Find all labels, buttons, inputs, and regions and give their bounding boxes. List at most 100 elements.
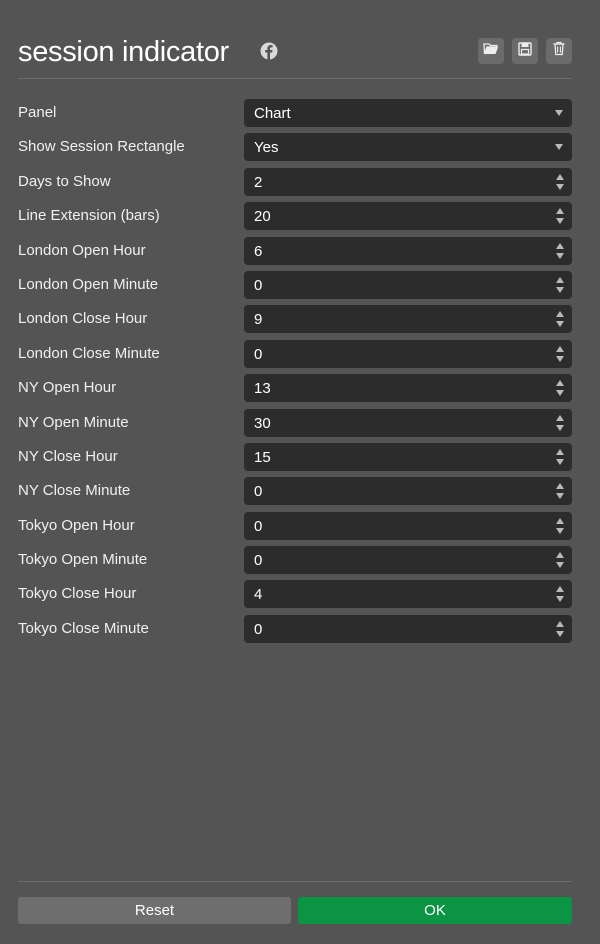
decrement-arrow-icon[interactable] xyxy=(556,183,564,190)
number-input-line-extension-bars[interactable]: 20 xyxy=(244,202,572,231)
spinner-arrows-icon[interactable] xyxy=(555,585,565,603)
increment-arrow-icon[interactable] xyxy=(556,414,564,421)
dropdown-arrow-icon[interactable] xyxy=(555,144,563,151)
increment-arrow-icon[interactable] xyxy=(556,448,564,455)
spinner-arrows-icon[interactable] xyxy=(555,310,565,328)
save-button[interactable] xyxy=(512,38,538,64)
spinner-arrows-icon[interactable] xyxy=(555,345,565,363)
ok-button[interactable]: OK xyxy=(298,897,572,924)
number-input-london-open-minute[interactable]: 0 xyxy=(244,270,572,299)
setting-label: London Close Minute xyxy=(18,344,160,362)
setting-label: Days to Show xyxy=(18,172,111,190)
increment-arrow-icon[interactable] xyxy=(556,276,564,283)
select-show-session-rectangle[interactable]: Yes xyxy=(244,133,572,162)
decrement-arrow-icon[interactable] xyxy=(556,321,564,328)
setting-row-tokyo-open-hour: Tokyo Open Hour 0 xyxy=(18,511,572,546)
number-input-tokyo-close-minute[interactable]: 0 xyxy=(244,614,572,643)
trash-icon xyxy=(552,41,566,61)
spinner-arrows-icon[interactable] xyxy=(555,414,565,432)
increment-arrow-icon[interactable] xyxy=(556,620,564,627)
spinner-arrows-icon[interactable] xyxy=(555,517,565,535)
settings-dialog: session indicator Panel Chart Show Sessi… xyxy=(0,0,600,944)
decrement-arrow-icon[interactable] xyxy=(556,218,564,225)
number-input-ny-open-minute[interactable]: 30 xyxy=(244,408,572,437)
delete-button[interactable] xyxy=(546,38,572,64)
increment-arrow-icon[interactable] xyxy=(556,586,564,593)
field-value: 0 xyxy=(254,517,263,535)
increment-arrow-icon[interactable] xyxy=(556,208,564,215)
setting-label: NY Open Minute xyxy=(18,413,129,431)
decrement-arrow-icon[interactable] xyxy=(556,493,564,500)
increment-arrow-icon[interactable] xyxy=(556,311,564,318)
setting-label: London Close Hour xyxy=(18,310,148,328)
increment-arrow-icon[interactable] xyxy=(556,552,564,559)
setting-label: Tokyo Close Hour xyxy=(18,585,137,603)
number-input-tokyo-open-minute[interactable]: 0 xyxy=(244,546,572,575)
field-value: Chart xyxy=(254,105,291,122)
header-divider xyxy=(18,78,572,79)
decrement-arrow-icon[interactable] xyxy=(556,252,564,259)
number-input-ny-close-minute[interactable]: 0 xyxy=(244,477,572,506)
spinner-arrows-icon[interactable] xyxy=(555,207,565,225)
spinner-arrows-icon[interactable] xyxy=(555,448,565,466)
dropdown-arrow-icon[interactable] xyxy=(555,110,563,116)
setting-row-ny-close-minute: NY Close Minute 0 xyxy=(18,477,572,511)
increment-arrow-icon[interactable] xyxy=(556,380,564,387)
decrement-arrow-icon[interactable] xyxy=(556,458,564,465)
setting-label: London Open Minute xyxy=(18,275,159,293)
decrement-arrow-icon[interactable] xyxy=(556,355,564,362)
increment-arrow-icon[interactable] xyxy=(556,483,564,490)
setting-row-tokyo-close-hour: Tokyo Close Hour 4 xyxy=(18,580,572,614)
setting-label: Show Session Rectangle xyxy=(18,138,185,156)
number-input-ny-open-hour[interactable]: 13 xyxy=(244,374,572,403)
field-value: 0 xyxy=(254,276,263,294)
spinner-arrows-icon[interactable] xyxy=(555,242,565,260)
setting-row-panel: Panel Chart xyxy=(18,99,572,133)
setting-row-show-session-rectangle: Show Session Rectangle Yes xyxy=(18,133,572,167)
spinner-arrows-icon[interactable] xyxy=(555,551,565,569)
footer-divider xyxy=(18,881,572,882)
increment-arrow-icon[interactable] xyxy=(556,345,564,352)
setting-row-london-close-minute: London Close Minute 0 xyxy=(18,339,572,374)
spinner-arrows-icon[interactable] xyxy=(555,276,565,294)
increment-arrow-icon[interactable] xyxy=(556,242,564,249)
setting-label: Panel xyxy=(18,104,57,121)
spinner-arrows-icon[interactable] xyxy=(555,379,565,397)
number-input-london-close-hour[interactable]: 9 xyxy=(244,305,572,334)
setting-label: Line Extension (bars) xyxy=(18,207,160,225)
decrement-arrow-icon[interactable] xyxy=(556,390,564,397)
setting-label: NY Close Hour xyxy=(18,447,118,465)
number-input-london-open-hour[interactable]: 6 xyxy=(244,236,572,265)
number-input-tokyo-close-hour[interactable]: 4 xyxy=(244,580,572,609)
setting-row-tokyo-open-minute: Tokyo Open Minute 0 xyxy=(18,546,572,580)
decrement-arrow-icon[interactable] xyxy=(556,424,564,431)
header-toolbar xyxy=(478,38,572,64)
decrement-arrow-icon[interactable] xyxy=(556,630,564,637)
setting-row-ny-open-minute: NY Open Minute 30 xyxy=(18,408,572,443)
spinner-arrows-icon[interactable] xyxy=(555,173,565,191)
number-input-ny-close-hour[interactable]: 15 xyxy=(244,442,572,471)
dialog-title: session indicator xyxy=(18,36,229,68)
field-value: 6 xyxy=(254,242,263,260)
field-value: Yes xyxy=(254,139,279,157)
increment-arrow-icon[interactable] xyxy=(556,173,564,180)
decrement-arrow-icon[interactable] xyxy=(556,286,564,293)
decrement-arrow-icon[interactable] xyxy=(556,596,564,603)
setting-label: NY Open Hour xyxy=(18,379,117,397)
spinner-arrows-icon[interactable] xyxy=(555,482,565,500)
reset-button[interactable]: Reset xyxy=(18,897,291,924)
setting-label: Tokyo Open Minute xyxy=(18,551,148,569)
increment-arrow-icon[interactable] xyxy=(556,517,564,524)
field-value: 13 xyxy=(254,380,271,398)
number-input-london-close-minute[interactable]: 0 xyxy=(244,339,572,368)
number-input-days-to-show[interactable]: 2 xyxy=(244,167,572,196)
spinner-arrows-icon[interactable] xyxy=(555,620,565,638)
decrement-arrow-icon[interactable] xyxy=(556,562,564,569)
decrement-arrow-icon[interactable] xyxy=(556,527,564,534)
field-value: 0 xyxy=(254,483,263,501)
select-panel[interactable]: Chart xyxy=(244,99,572,127)
field-value: 9 xyxy=(254,311,263,329)
facebook-icon[interactable] xyxy=(260,42,278,60)
open-button[interactable] xyxy=(478,38,504,64)
number-input-tokyo-open-hour[interactable]: 0 xyxy=(244,511,572,540)
